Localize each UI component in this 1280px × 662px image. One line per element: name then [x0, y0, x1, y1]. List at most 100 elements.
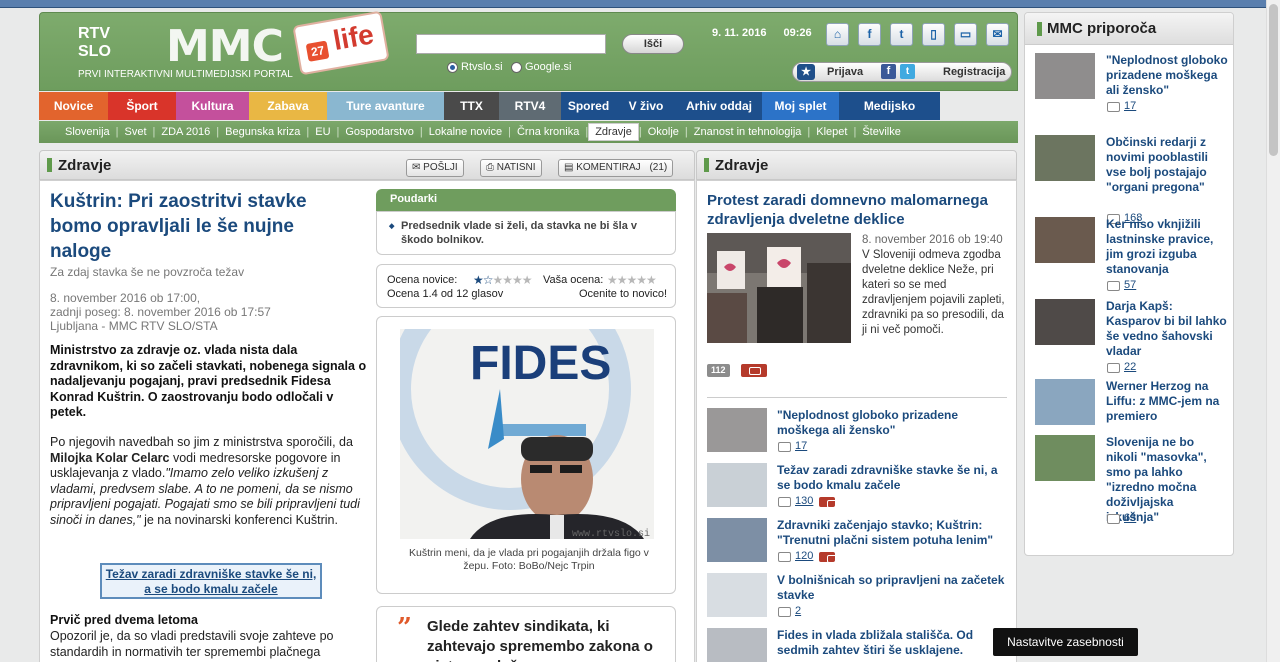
video-icon[interactable] [819, 497, 839, 508]
comment-count[interactable]: 17 [1124, 100, 1136, 112]
comment-count[interactable]: 130 [795, 495, 813, 507]
top-story-comment-count[interactable]: 112 [707, 364, 730, 377]
subnav-item[interactable]: EU [309, 124, 336, 140]
comment-count[interactable]: 2 [795, 605, 801, 617]
video-icon[interactable] [819, 552, 839, 563]
subnav-item[interactable]: Svet [119, 124, 153, 140]
nav-item-rtv4[interactable]: RTV4 [499, 92, 561, 120]
top-story-title[interactable]: Protest zaradi domnevno malomarnega zdra… [707, 191, 997, 229]
nav-item-novice[interactable]: Novice [39, 92, 108, 120]
nav-item-v-ivo[interactable]: V živo [616, 92, 676, 120]
recommend-item[interactable]: Slovenija ne bo nikoli "masovka", smo pa… [1035, 435, 1230, 524]
recommend-item-title[interactable]: Občinski redarji z novimi pooblastili vs… [1106, 135, 1228, 195]
middle-item-title[interactable]: "Neplodnost globoko prizadene moškega al… [777, 408, 1005, 438]
mmc-logo[interactable]: MMC [166, 21, 284, 72]
pull-quote-text: Glede zahtev sindikata, ki zahtevajo spr… [427, 618, 653, 662]
recommend-item[interactable]: Darja Kapš: Kasparov bi bil lahko še ved… [1035, 299, 1230, 375]
mail-icon[interactable]: ✉ [986, 23, 1009, 46]
thumbnail-image[interactable] [1035, 53, 1095, 99]
thumbnail-image[interactable] [1035, 379, 1095, 425]
thumbnail-image[interactable] [707, 518, 767, 562]
subnav-item[interactable]: Gospodarstvo [339, 124, 419, 140]
privacy-settings-button[interactable]: Nastavitve zasebnosti [993, 628, 1138, 656]
middle-list-item[interactable]: Težav zaradi zdravniške stavke še ni, a … [707, 463, 1007, 519]
radio-on-icon [447, 61, 458, 73]
subnav-item[interactable]: Klepet [810, 124, 853, 140]
thumbnail-image[interactable] [1035, 435, 1095, 481]
print-button[interactable]: ⎙ NATISNI [480, 159, 542, 177]
page-scrollbar[interactable] [1266, 0, 1280, 662]
recommend-item-title[interactable]: Darja Kapš: Kasparov bi bil lahko še ved… [1106, 299, 1228, 359]
comment-bubble-icon [778, 497, 791, 507]
top-story-photo[interactable] [707, 233, 851, 343]
comment-count[interactable]: 57 [1124, 279, 1136, 291]
comment-count[interactable]: 22 [1124, 361, 1136, 373]
comment-count[interactable]: 63 [1124, 512, 1136, 524]
nav-item-ttx[interactable]: TTX [444, 92, 499, 120]
recommend-item-title[interactable]: Werner Herzog na Liffu: z MMC-jem na pre… [1106, 379, 1228, 424]
middle-item-title[interactable]: Fides in vlada zbližala stališča. Od sed… [777, 628, 1005, 658]
thumbnail-image[interactable] [1035, 217, 1095, 263]
subnav-item[interactable]: Črna kronika [511, 124, 585, 140]
rate-cta[interactable]: Ocenite to novico! [579, 288, 667, 300]
nav-item-kultura[interactable]: Kultura [176, 92, 249, 120]
nav-item-ture-avanture[interactable]: Ture avanture [327, 92, 444, 120]
subnav-item[interactable]: Slovenija [59, 124, 116, 140]
subnav-item[interactable]: Lokalne novice [423, 124, 508, 140]
thumbnail-image[interactable] [1035, 299, 1095, 345]
nav-item-moj-splet[interactable]: Moj splet [762, 92, 839, 120]
middle-list-item[interactable]: Zdravniki začenjajo stavko; Kuštrin: "Tr… [707, 518, 1007, 574]
search-input[interactable] [416, 34, 606, 54]
facebook-icon[interactable]: f [858, 23, 881, 46]
nav-item--port[interactable]: Šport [108, 92, 176, 120]
recommend-item[interactable]: "Neplodnost globoko prizadene moškega al… [1035, 53, 1230, 129]
nav-item-medijsko-sredi-e[interactable]: Medijsko središče [839, 92, 940, 141]
middle-list-item[interactable]: "Neplodnost globoko prizadene moškega al… [707, 408, 1007, 464]
thumbnail-image[interactable] [707, 628, 767, 662]
related-article-link[interactable]: Težav zaradi zdravniške stavke še ni, a … [100, 563, 322, 599]
nav-item-arhiv-oddaj[interactable]: Arhiv oddaj [676, 92, 762, 120]
twitter-login-icon[interactable]: t [900, 64, 915, 79]
subnav-item[interactable]: Znanost in tehnologija [688, 124, 808, 140]
thumbnail-image[interactable] [1035, 135, 1095, 181]
life-logo[interactable]: 27 life [292, 10, 390, 76]
article-photo[interactable]: FIDES www.rtvslo.si [400, 329, 654, 539]
comment-count[interactable]: 17 [795, 440, 807, 452]
recommend-item-title[interactable]: "Neplodnost globoko prizadene moškega al… [1106, 53, 1228, 98]
subnav-item[interactable]: ZDA 2016 [155, 124, 216, 140]
middle-item-title[interactable]: V bolnišnicah so pripravljeni na začetek… [777, 573, 1005, 603]
tv-icon[interactable]: ▭ [954, 23, 977, 46]
rtv-slo-logo[interactable]: RTV SLO [78, 25, 111, 61]
thumbnail-image[interactable] [707, 463, 767, 507]
subnav-item[interactable]: Okolje [642, 124, 685, 140]
your-rating-stars[interactable]: ★★★★★ [607, 273, 657, 287]
search-button[interactable]: Išči [622, 34, 684, 54]
recommend-item[interactable]: Ker niso vknjižili lastninske pravice, j… [1035, 217, 1230, 293]
send-button[interactable]: ✉ POŠLJI [406, 159, 464, 177]
scrollbar-thumb[interactable] [1269, 4, 1278, 156]
middle-item-title[interactable]: Zdravniki začenjajo stavko; Kuštrin: "Tr… [777, 518, 1005, 548]
recommend-item-title[interactable]: Ker niso vknjižili lastninske pravice, j… [1106, 217, 1228, 277]
middle-list-item[interactable]: V bolnišnicah so pripravljeni na začetek… [707, 573, 1007, 629]
thumbnail-image[interactable] [707, 408, 767, 452]
twitter-icon[interactable]: t [890, 23, 913, 46]
mobile-icon[interactable]: ▯ [922, 23, 945, 46]
home-icon[interactable]: ⌂ [826, 23, 849, 46]
radio-rtvslo[interactable]: Rtvslo.si [447, 61, 503, 73]
login-link[interactable]: Prijava [827, 66, 863, 78]
nav-item-spored[interactable]: Spored [561, 92, 616, 120]
middle-list-item[interactable]: Fides in vlada zbližala stališča. Od sed… [707, 628, 1007, 662]
video-icon[interactable] [741, 364, 767, 377]
middle-item-title[interactable]: Težav zaradi zdravniške stavke še ni, a … [777, 463, 1005, 493]
register-link[interactable]: Registracija [943, 66, 1005, 78]
subnav-item[interactable]: Zdravje [588, 123, 639, 141]
comment-button[interactable]: ▤ KOMENTIRAJ (21) [558, 159, 674, 177]
radio-google[interactable]: Google.si [511, 61, 571, 73]
subnav-item[interactable]: Begunska kriza [219, 124, 306, 140]
subnav-item[interactable]: Številke [856, 124, 907, 140]
recommend-item[interactable]: Občinski redarji z novimi pooblastili vs… [1035, 135, 1230, 224]
comment-count[interactable]: 120 [795, 550, 813, 562]
nav-item-zabava[interactable]: Zabava [249, 92, 327, 120]
facebook-login-icon[interactable]: f [881, 64, 896, 79]
thumbnail-image[interactable] [707, 573, 767, 617]
